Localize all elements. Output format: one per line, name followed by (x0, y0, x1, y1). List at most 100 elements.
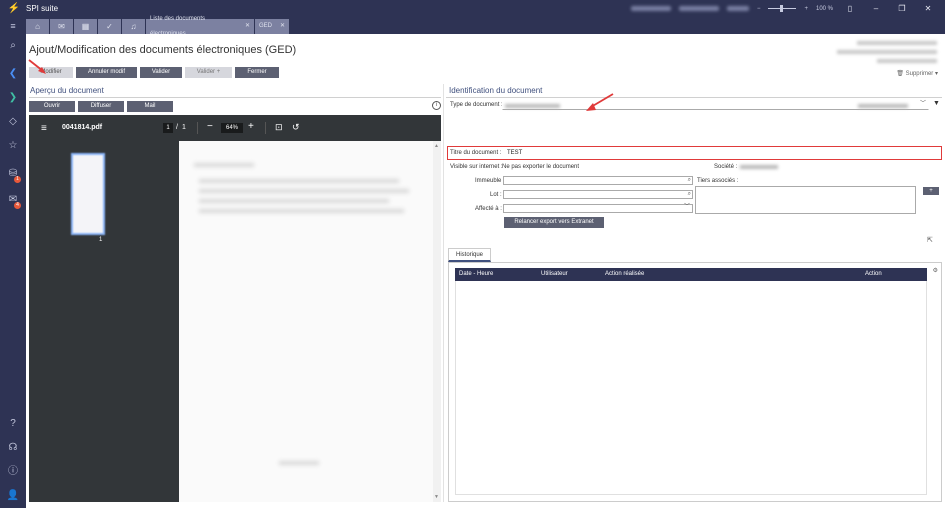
pdf-page-thumbnail[interactable] (71, 153, 105, 235)
code-icon[interactable]: ◇ (0, 114, 26, 130)
tab-close-icon[interactable]: ✕ (280, 19, 285, 34)
search-icon[interactable]: ⌕ (688, 191, 691, 198)
column-header[interactable]: Date - Heure (459, 268, 493, 281)
tab-document-list[interactable]: Liste des documents électroniques ✕ (146, 16, 254, 37)
scroll-down-icon[interactable]: ▼ (434, 494, 439, 500)
pdf-zoom-input[interactable]: 64% (221, 123, 243, 133)
search-icon[interactable]: ⌕ (688, 177, 691, 184)
filter-icon[interactable]: ▼ (933, 100, 940, 107)
immeuble-input[interactable]: ⌕ (503, 176, 693, 185)
historique-table-body (455, 281, 927, 495)
preview-panel: Aperçu du document Ouvrir Diffuser Mail … (29, 84, 441, 502)
headset-icon[interactable]: ☊ (0, 440, 26, 456)
app-logo-icon: ⚡ (7, 2, 21, 14)
type-label: Type de document : (450, 102, 503, 108)
gear-icon[interactable]: ⚙ (933, 267, 938, 274)
search-icon[interactable]: ⌕ (0, 38, 26, 54)
scroll-up-icon[interactable]: ▲ (434, 143, 439, 149)
export-icon[interactable]: ⇱ (927, 236, 933, 244)
zoom-slider[interactable] (768, 5, 797, 12)
pdf-page-total: 1 (182, 124, 186, 131)
pdf-menu-icon[interactable]: ≡ (41, 123, 47, 134)
inbox-icon[interactable]: ✉ (0, 192, 26, 208)
blurred-text (199, 199, 389, 203)
app-title: SPI suite (26, 4, 59, 13)
tab-historique[interactable]: Historique (448, 248, 491, 262)
divider (265, 122, 266, 134)
pdf-fit-page-icon[interactable]: ⊡ (275, 122, 283, 133)
divider (197, 122, 198, 134)
divider (29, 97, 441, 98)
main-toolbar: Modifier Annuler modif Valider Valider +… (29, 67, 279, 78)
tab-home[interactable]: ⌂ (26, 19, 49, 34)
valider-plus-button[interactable]: Valider + (185, 67, 232, 78)
pdf-zoom-out-icon[interactable]: − (207, 121, 213, 132)
info-icon[interactable]: i (432, 101, 441, 110)
star-icon[interactable]: ☆ (0, 138, 26, 154)
title-bar-controls: − + 100 % ▯ – ❐ ✕ (630, 0, 937, 17)
pdf-rotate-icon[interactable]: ↺ (292, 122, 300, 133)
menu-icon[interactable]: ≡ (0, 18, 26, 34)
blurred-text (279, 461, 319, 465)
minimize-icon[interactable]: – (867, 4, 885, 13)
maximize-icon[interactable]: ❐ (893, 4, 911, 13)
relancer-export-button[interactable]: Relancer export vers Extranet (504, 217, 604, 228)
tiers-list[interactable] (695, 186, 916, 214)
preview-title: Aperçu du document (30, 86, 104, 95)
zoom-minus-icon[interactable]: − (757, 6, 761, 12)
blurred-text (199, 209, 404, 213)
close-icon[interactable]: ✕ (919, 4, 937, 13)
tab-bar: ⌂ ✉ ▦ ✓ ♫ Liste des documents électroniq… (26, 16, 945, 37)
lang-blurred (726, 6, 749, 11)
annotation-arrow-icon (586, 93, 614, 111)
info-icon[interactable]: ⓘ (0, 464, 26, 480)
column-header[interactable]: Action réalisée (605, 268, 644, 281)
affecte-select[interactable]: ﹀ (503, 204, 693, 213)
pdf-scrollbar[interactable]: ▲ ▼ (433, 141, 441, 502)
help-icon[interactable]: ? (0, 416, 26, 432)
blurred-text (199, 189, 409, 193)
tab-mail[interactable]: ✉ (50, 19, 73, 34)
check-icon: ✓ (106, 22, 113, 31)
account-icon[interactable]: 👤 (0, 488, 26, 504)
diffuser-button[interactable]: Diffuser (78, 101, 124, 112)
divider (446, 97, 942, 98)
nav-back-icon[interactable]: ❮ (0, 66, 26, 82)
zoom-plus-icon[interactable]: + (804, 6, 808, 12)
titre-input[interactable]: TEST (504, 149, 940, 158)
column-header[interactable]: Action (865, 268, 882, 281)
lot-label: Lot : (490, 192, 502, 198)
tab-notifications[interactable]: ♫ (122, 19, 145, 34)
lot-input[interactable]: ⌕ (503, 190, 693, 199)
nav-forward-icon[interactable]: ❯ (0, 90, 26, 106)
mail-icon: ✉ (58, 22, 65, 31)
user-info-blurred (630, 6, 671, 11)
pdf-filename: 0041814.pdf (62, 124, 103, 131)
valider-button[interactable]: Valider (140, 67, 182, 78)
column-header[interactable]: Utilisateur (541, 268, 568, 281)
historique-table-header: Date - Heure Utilisateur Action réalisée… (455, 268, 927, 281)
annuler-modif-button[interactable]: Annuler modif (76, 67, 137, 78)
pdf-page-view[interactable] (179, 141, 433, 502)
mail-button[interactable]: Mail (127, 101, 173, 112)
tiers-label: Tiers associés : (697, 178, 739, 184)
user-alert-icon[interactable]: ⛁ (0, 166, 26, 182)
type-select[interactable]: ﹀ (502, 101, 929, 110)
chevron-down-icon: ﹀ (919, 101, 926, 107)
tab-ged[interactable]: GED ✕ (255, 19, 289, 34)
add-tiers-button[interactable]: + (923, 187, 939, 195)
tab-tasks[interactable]: ✓ (98, 19, 121, 34)
document-icon[interactable]: ▯ (841, 4, 859, 13)
fermer-button[interactable]: Fermer (235, 67, 279, 78)
tab-calendar[interactable]: ▦ (74, 19, 97, 34)
pdf-zoom-in-icon[interactable]: + (248, 121, 254, 132)
blurred-text (199, 179, 399, 183)
visible-value: Ne pas exporter le document (502, 164, 580, 170)
pdf-page-input[interactable]: 1 (163, 123, 173, 133)
ouvrir-button[interactable]: Ouvrir (29, 101, 75, 112)
tab-close-icon[interactable]: ✕ (245, 19, 250, 34)
pdf-viewer-toolbar: ≡ 0041814.pdf 1 / 1 − 64% + ⊡ ↺ (29, 115, 441, 141)
panel-splitter[interactable] (443, 84, 444, 502)
main-content: Ajout/Modification des documents électro… (26, 34, 945, 508)
delete-menu[interactable]: 🗑 Supprimer ▾ (896, 70, 938, 77)
